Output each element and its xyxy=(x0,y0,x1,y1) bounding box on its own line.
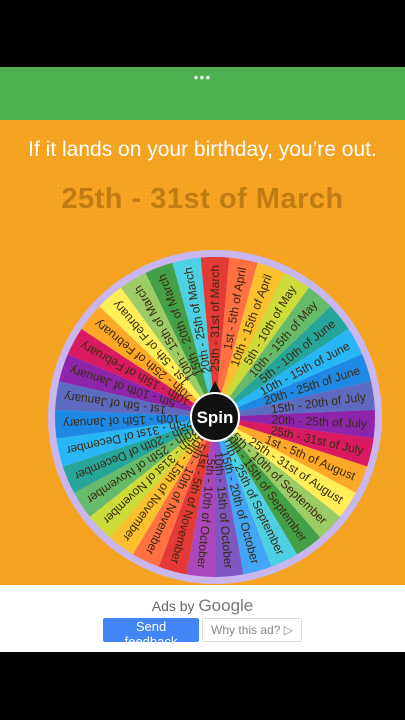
prompt-text: If it lands on your birthday, you’re out… xyxy=(28,138,377,161)
send-feedback-button[interactable]: Send feedback xyxy=(103,618,199,649)
ad-banner: Ads by Google Send feedback Why this ad?… xyxy=(0,585,405,652)
wheel-panel: If it lands on your birthday, you’re out… xyxy=(0,120,405,585)
why-this-ad-button[interactable]: Why this ad? ▷ xyxy=(202,618,302,642)
result-text: 25th - 31st of March xyxy=(61,183,344,215)
spin-label: Spin xyxy=(197,408,234,427)
ads-by-label: Ads by Google xyxy=(0,596,405,616)
google-logo: Google xyxy=(198,596,254,615)
more-menu-icon[interactable]: ••• xyxy=(0,69,405,85)
bottom-black-bar xyxy=(0,652,405,720)
top-bar: ••• xyxy=(0,67,405,120)
ads-label-text: Ads by xyxy=(151,598,195,614)
spin-wheel[interactable]: 25th - 31st of March1st - 5th of April10… xyxy=(48,250,382,584)
